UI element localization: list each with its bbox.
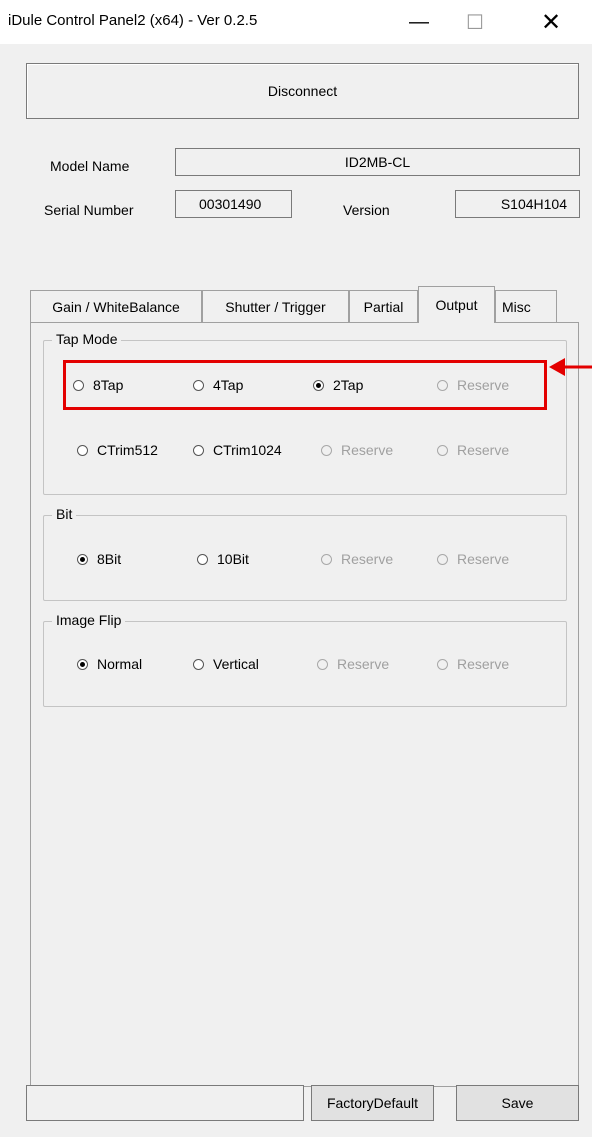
radio-label: Reserve [457, 656, 510, 672]
radio-label: Reserve [341, 551, 394, 567]
radio-bit-reserve-2: Reserve [437, 551, 509, 567]
radio-vertical[interactable]: Vertical [193, 656, 259, 672]
radio-circle [437, 444, 448, 456]
radio-flip-reserve-2: Reserve [437, 656, 509, 672]
radio-circle [193, 444, 204, 456]
radio-circle [197, 553, 208, 565]
radio-circle [437, 553, 448, 565]
radio-label: Reserve [457, 442, 510, 458]
status-field [26, 1085, 304, 1121]
radio-label: Reserve [341, 442, 394, 458]
minimize-button[interactable]: — [396, 0, 442, 44]
radio-ctrim1024[interactable]: CTrim1024 [193, 442, 282, 458]
app-window: iDule Control Panel2 (x64) - Ver 0.2.5 —… [0, 0, 592, 1137]
tab-gain-whitebalance[interactable]: Gain / WhiteBalance [30, 290, 202, 322]
radio-label: Vertical [213, 656, 259, 672]
radio-circle [77, 444, 88, 456]
tab-shutter-trigger[interactable]: Shutter / Trigger [202, 290, 349, 322]
radio-circle [321, 553, 332, 565]
radio-8bit[interactable]: 8Bit [77, 551, 121, 567]
version-label: Version [343, 202, 390, 218]
model-name-field: ID2MB-CL [175, 148, 580, 176]
serial-number-label: Serial Number [44, 202, 134, 218]
bit-title: Bit [52, 506, 77, 522]
radio-label: 8Bit [97, 551, 122, 567]
tab-output[interactable]: Output [418, 286, 495, 323]
maximize-button[interactable]: ☐ [452, 0, 498, 44]
radio-label: Reserve [457, 551, 510, 567]
save-button[interactable]: Save [456, 1085, 579, 1121]
serial-number-value: 00301490 [199, 196, 262, 212]
model-name-label: Model Name [50, 158, 130, 174]
radio-label: CTrim512 [97, 442, 158, 458]
radio-circle [437, 658, 448, 670]
version-field: S104H104 [455, 190, 580, 218]
radio-flip-reserve-1: Reserve [317, 656, 389, 672]
radio-circle [193, 658, 204, 670]
title-bar: iDule Control Panel2 (x64) - Ver 0.2.5 —… [0, 0, 592, 44]
radio-tap-reserve-3: Reserve [437, 442, 509, 458]
image-flip-title: Image Flip [52, 612, 126, 628]
annotation-highlight-box [63, 360, 547, 410]
version-value: S104H104 [500, 196, 567, 212]
tab-partial[interactable]: Partial [349, 290, 418, 322]
radio-label: Reserve [337, 656, 390, 672]
radio-circle [321, 444, 332, 456]
radio-normal[interactable]: Normal [77, 656, 142, 672]
window-title: iDule Control Panel2 (x64) - Ver 0.2.5 [8, 12, 258, 29]
tab-misc[interactable]: Misc [495, 290, 557, 322]
radio-label: CTrim1024 [213, 442, 282, 458]
disconnect-button[interactable]: Disconnect [26, 63, 579, 119]
factory-default-button[interactable]: FactoryDefault [311, 1085, 434, 1121]
radio-circle [77, 658, 88, 670]
radio-label: 10Bit [217, 551, 249, 567]
radio-bit-reserve-1: Reserve [321, 551, 393, 567]
radio-circle [77, 553, 88, 565]
close-button[interactable]: ✕ [528, 0, 574, 44]
model-name-value: ID2MB-CL [344, 154, 411, 170]
radio-label: Normal [97, 656, 143, 672]
radio-tap-reserve-2: Reserve [321, 442, 393, 458]
radio-circle [317, 658, 328, 670]
tap-mode-title: Tap Mode [52, 331, 122, 347]
radio-ctrim512[interactable]: CTrim512 [77, 442, 158, 458]
annotation-arrow-icon [549, 358, 592, 376]
serial-number-field: 00301490 [175, 190, 292, 218]
radio-10bit[interactable]: 10Bit [197, 551, 249, 567]
